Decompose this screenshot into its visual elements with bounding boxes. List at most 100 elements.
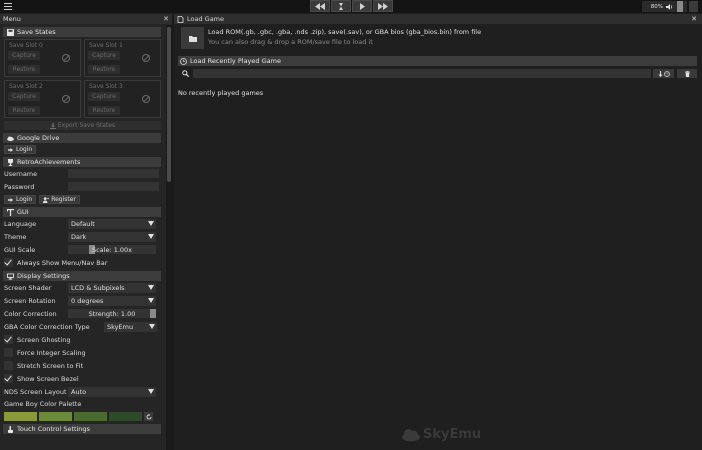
- volume-knob[interactable]: [677, 1, 683, 12]
- fast-forward-icon: [378, 2, 388, 10]
- section-display-settings[interactable]: Display Settings: [3, 271, 161, 281]
- save-slot-0: Save Slot 0 Capture Restore: [4, 39, 81, 77]
- username-input[interactable]: [68, 169, 159, 178]
- slider-knob[interactable]: [150, 309, 156, 318]
- hamburger-menu-icon[interactable]: [4, 3, 12, 10]
- palette-swatch-1[interactable]: [39, 412, 72, 421]
- search-input[interactable]: [193, 69, 651, 78]
- theme-select[interactable]: Dark: [68, 231, 156, 242]
- gui-scale-row: GUI Scale Scale: 1.00x: [0, 243, 164, 256]
- stretch-screen-checkbox[interactable]: Stretch Screen to Fit: [0, 359, 164, 372]
- capture-button[interactable]: Capture: [8, 51, 40, 60]
- save-icon: [6, 28, 14, 36]
- password-input[interactable]: [68, 182, 159, 191]
- language-select[interactable]: Default: [68, 218, 156, 229]
- nds-layout-row: NDS Screen Layout Auto: [0, 385, 164, 398]
- menu-title: Menu: [3, 15, 21, 23]
- sort-by-time-button[interactable]: [653, 69, 674, 78]
- clock-icon: [663, 70, 670, 77]
- export-save-states-button[interactable]: Export Save States: [4, 121, 161, 130]
- section-gui[interactable]: GUI: [3, 207, 161, 217]
- palette-swatch-0[interactable]: [4, 412, 37, 421]
- section-touch-controls[interactable]: Touch Control Settings: [3, 424, 161, 434]
- palette-swatch-3[interactable]: [109, 412, 142, 421]
- capture-button[interactable]: Capture: [8, 92, 40, 101]
- section-save-states[interactable]: Save States: [3, 27, 161, 37]
- checkbox-checked[interactable]: [4, 258, 13, 267]
- reset-palette-button[interactable]: [144, 412, 153, 421]
- save-slots-grid: Save Slot 0 Capture Restore Save Slot 1 …: [4, 39, 161, 118]
- checkbox-checked[interactable]: [4, 374, 13, 383]
- text-cursor-icon: [6, 208, 14, 216]
- clear-recent-button[interactable]: [677, 69, 697, 78]
- close-icon[interactable]: ✕: [691, 15, 697, 23]
- theme-label: Theme: [4, 232, 27, 241]
- no-preview-icon: [142, 95, 150, 103]
- section-google-drive[interactable]: Google Drive: [3, 133, 161, 143]
- retro-login-button[interactable]: Login: [4, 195, 37, 204]
- capture-button[interactable]: Capture: [88, 51, 120, 60]
- capture-button[interactable]: Capture: [88, 92, 120, 101]
- gui-scale-slider[interactable]: Scale: 1.00x: [68, 245, 156, 254]
- color-correction-label: Color Correction: [4, 309, 57, 318]
- register-label: Register: [51, 196, 76, 203]
- hourglass-button[interactable]: [331, 0, 351, 12]
- download-icon: [49, 122, 56, 129]
- trophy-icon: [6, 158, 14, 166]
- volume-slider[interactable]: 80%: [642, 1, 687, 12]
- monitor-icon: [6, 272, 14, 280]
- login-icon: [8, 147, 13, 152]
- chevron-down-icon: [148, 220, 154, 226]
- cloud-logo-icon: [402, 429, 420, 442]
- cloud-icon: [6, 135, 14, 142]
- play-button[interactable]: [352, 0, 372, 12]
- speaker-icon: [666, 3, 673, 10]
- restore-button[interactable]: Restore: [8, 106, 40, 115]
- register-button[interactable]: Register: [39, 195, 80, 204]
- section-retroachievements[interactable]: RetroAchievements: [3, 157, 161, 167]
- close-icon[interactable]: ✕: [163, 15, 169, 23]
- color-correction-slider[interactable]: Strength: 1.00: [68, 309, 156, 318]
- screen-shader-select[interactable]: LCD & Subpixels: [68, 282, 156, 293]
- checkbox-checked[interactable]: [4, 335, 13, 344]
- language-value: Default: [71, 219, 95, 228]
- recent-search-row: [174, 68, 702, 81]
- show-bezel-checkbox[interactable]: Show Screen Bezel: [0, 372, 164, 385]
- checkbox-label: Always Show Menu/Nav Bar: [17, 258, 108, 267]
- scrollbar-thumb[interactable]: [167, 27, 171, 182]
- login-label: Login: [16, 196, 33, 203]
- open-file-button[interactable]: [181, 27, 204, 49]
- checkbox-label: Stretch Screen to Fit: [17, 361, 84, 370]
- restore-button[interactable]: Restore: [8, 65, 40, 74]
- skyemu-logo: SkyEmu: [401, 426, 481, 442]
- fast-forward-button[interactable]: [373, 0, 393, 12]
- chevron-down-icon: [148, 284, 154, 290]
- menu-panel: Menu ✕ Save States Save Slot 0 Capture R…: [0, 14, 172, 450]
- chevron-down-icon: [148, 233, 154, 239]
- checkbox-label: Screen Ghosting: [17, 335, 71, 344]
- screen-rotation-value: 0 degrees: [71, 296, 104, 305]
- hourglass-icon: [339, 2, 343, 10]
- no-preview-icon: [62, 54, 70, 62]
- recent-header-label: Load Recently Played Game: [190, 57, 281, 65]
- screen-shader-label: Screen Shader: [4, 283, 52, 292]
- screen-ghosting-checkbox[interactable]: Screen Ghosting: [0, 333, 164, 346]
- folder-icon: [188, 35, 197, 42]
- gba-color-type-select[interactable]: SkyEmu: [104, 321, 157, 332]
- palette-swatch-2[interactable]: [74, 412, 107, 421]
- save-slot-1: Save Slot 1 Capture Restore: [84, 39, 161, 77]
- checkbox-unchecked[interactable]: [4, 348, 13, 357]
- nds-layout-select[interactable]: Auto: [68, 386, 156, 397]
- transport-controls: [310, 0, 393, 12]
- restore-button[interactable]: Restore: [88, 65, 120, 74]
- restore-button[interactable]: Restore: [88, 106, 120, 115]
- gui-scale-label: GUI Scale: [4, 245, 36, 254]
- gb-palette-label: Game Boy Color Palette: [4, 399, 82, 408]
- screen-rotation-select[interactable]: 0 degrees: [68, 295, 156, 306]
- always-show-menu-checkbox[interactable]: Always Show Menu/Nav Bar: [0, 256, 164, 269]
- rewind-button[interactable]: [310, 0, 330, 12]
- checkbox-unchecked[interactable]: [4, 361, 13, 370]
- force-integer-scaling-checkbox[interactable]: Force Integer Scaling: [0, 346, 164, 359]
- google-login-button[interactable]: Login: [4, 145, 37, 154]
- gba-color-type-value: SkyEmu: [107, 322, 134, 331]
